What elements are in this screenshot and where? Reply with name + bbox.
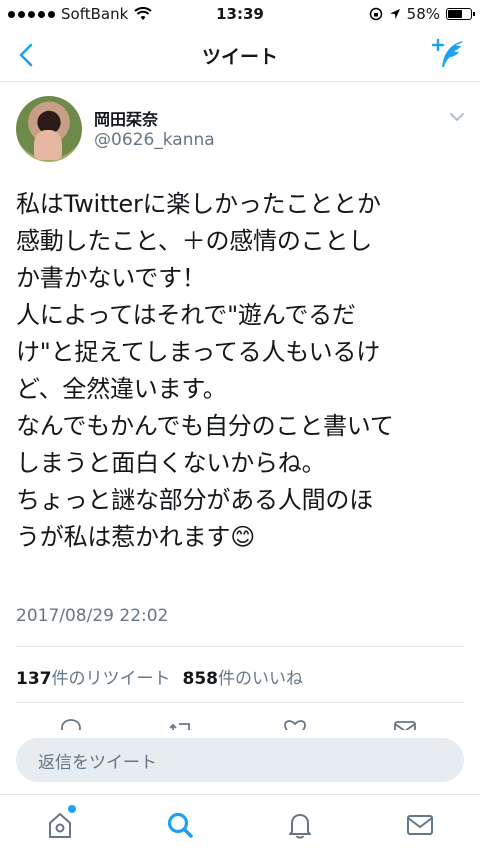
retweet-label: 件のリツイート [51, 669, 171, 689]
messages-envelope-icon[interactable] [404, 809, 436, 841]
like-count: 858 [182, 669, 219, 689]
tweet-stats: 137件のリツイート 858件のいいね [16, 664, 303, 689]
reply-bar: 返信をツイート [0, 730, 480, 788]
status-bar: SoftBank 13:39 58% [0, 0, 480, 28]
retweet-count: 137 [16, 669, 52, 689]
compose-feather-icon[interactable] [432, 38, 466, 70]
search-icon[interactable] [164, 809, 196, 841]
like-stat[interactable]: 858件のいいね [183, 664, 304, 689]
like-label: 件のいいね [218, 669, 303, 689]
tweet-actions [0, 712, 480, 732]
retweet-stat[interactable]: 137件のリツイート [16, 664, 171, 689]
status-right: 58% [369, 5, 475, 23]
battery-icon [446, 8, 475, 20]
notifications-bell-icon[interactable] [284, 809, 316, 841]
orientation-lock-icon [369, 7, 382, 21]
location-arrow-icon [389, 9, 400, 19]
home-icon[interactable] [44, 809, 76, 841]
avatar[interactable] [16, 96, 82, 162]
home-notification-dot [68, 805, 76, 813]
tweet-timestamp: 2017/08/29 22:02 [16, 606, 169, 626]
navigation-bar: ツイート [0, 28, 480, 82]
reply-input[interactable]: 返信をツイート [16, 738, 464, 782]
page-title: ツイート [201, 46, 278, 68]
tweet-text: 私はTwitterに楽しかったこととか 感動したこと、＋の感情のことし か書かな… [16, 190, 394, 551]
divider [16, 702, 464, 703]
divider [16, 646, 464, 647]
display-name[interactable]: 岡田栞奈 [94, 106, 158, 130]
battery-percent: 58% [406, 5, 440, 23]
tweet-author: 岡田栞奈 @0626_kanna [16, 96, 466, 166]
user-handle[interactable]: @0626_kanna [94, 130, 215, 150]
chevron-down-icon[interactable] [448, 110, 466, 124]
battery-level [448, 10, 462, 18]
tab-bar [0, 794, 480, 854]
